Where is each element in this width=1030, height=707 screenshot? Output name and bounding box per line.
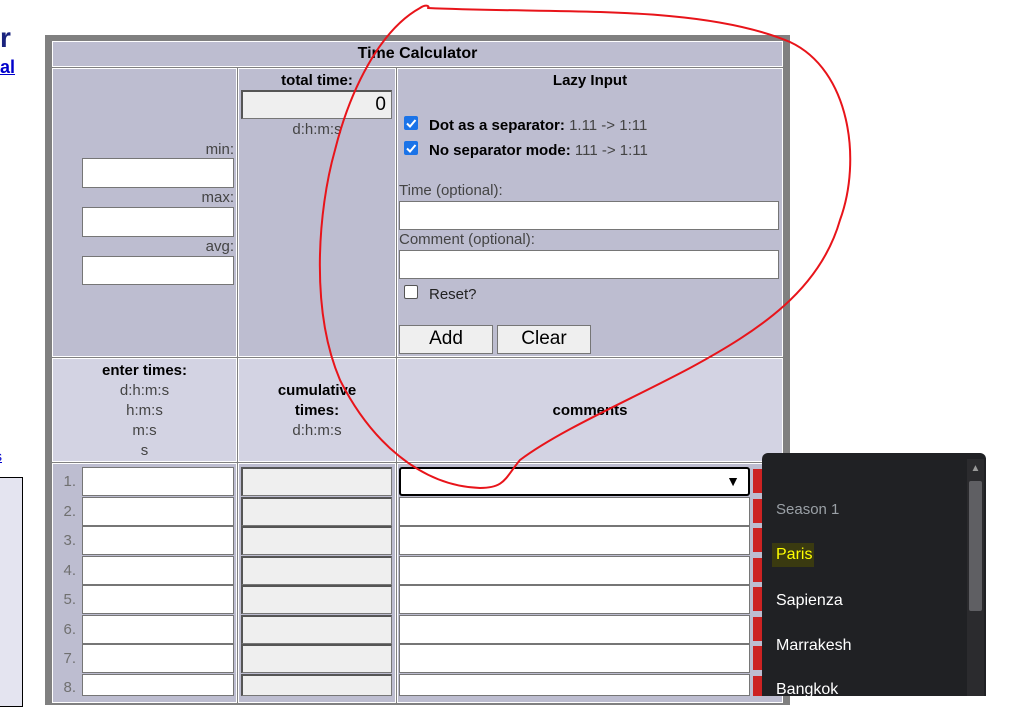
add-button[interactable]: Add [399,325,493,354]
total-time-value: 0 [375,94,386,115]
cumulative-title-1: cumulative [277,382,357,399]
row-number: 5. [63,591,76,608]
scrollbar-thumb[interactable] [969,481,982,611]
dropdown-group-label: Season 1 [776,501,840,518]
cumulative-field-2 [241,497,392,526]
max-label: max: [201,189,234,206]
format-s: s [140,442,149,459]
time-field-1[interactable] [82,467,234,496]
no-separator-checkbox[interactable] [404,141,418,155]
dropdown-option-sapienza[interactable]: Sapienza [776,592,843,610]
nav-link-fragment[interactable]: al [0,57,15,78]
avg-label: avg: [205,238,234,255]
row-number: 1. [63,473,76,490]
row-number: 2. [63,503,76,520]
cumulative-field-1 [241,467,392,496]
time-field-6[interactable] [82,615,234,644]
comment-optional-label: Comment (optional): [399,231,535,248]
dropdown-option-bangkok[interactable]: Bangkok [776,681,838,699]
time-field-2[interactable] [82,497,234,526]
comment-field-2[interactable] [399,497,750,526]
side-box [0,477,23,707]
dot-separator-row: Dot as a separator: 1.11 -> 1:11 [429,117,647,134]
row-number: 6. [63,621,76,638]
max-field[interactable] [82,207,234,237]
reset-label: Reset? [429,286,477,303]
comment-field-6[interactable] [399,615,750,644]
comment-select-1[interactable]: ▼ [399,467,750,496]
no-separator-example: 111 -> 1:11 [574,142,648,159]
lazy-comment-field[interactable] [399,250,779,279]
no-separator-label: No separator mode: [429,142,571,159]
format-hms: h:m:s [126,402,163,419]
time-field-8[interactable] [82,674,234,696]
cumulative-title-2: times: [294,402,340,419]
cumulative-format: d:h:m:s [292,422,342,439]
check-icon [406,144,417,153]
dot-separator-label: Dot as a separator: [429,117,565,134]
chevron-down-icon: ▼ [726,473,740,489]
no-separator-row: No separator mode: 111 -> 1:11 [429,142,648,159]
page-title-fragment: r [0,22,11,53]
dropdown-list[interactable]: ▲ [762,453,986,696]
dropdown-option-marrakesh[interactable]: Marrakesh [776,637,852,655]
dropdown-scrollbar[interactable]: ▲ [967,459,984,696]
clear-button[interactable]: Clear [497,325,591,354]
comment-field-7[interactable] [399,644,750,673]
dropdown-option-paris[interactable]: Paris [776,546,812,564]
cumulative-field-4 [241,556,392,585]
cumulative-field-6 [241,615,392,644]
comments-title: comments [552,402,628,419]
time-field-4[interactable] [82,556,234,585]
comment-field-3[interactable] [399,526,750,555]
time-optional-label: Time (optional): [399,182,503,199]
comment-field-4[interactable] [399,556,750,585]
row-number: 4. [63,562,76,579]
lazy-time-field[interactable] [399,201,779,230]
lazy-input-title: Lazy Input [552,72,628,89]
check-icon [406,119,417,128]
time-field-7[interactable] [82,644,234,673]
cumulative-field-8 [241,674,392,696]
time-field-5[interactable] [82,585,234,614]
cumulative-field-5 [241,585,392,614]
cumulative-field-3 [241,526,392,555]
time-field-3[interactable] [82,526,234,555]
total-time-label: total time: [281,72,353,89]
enter-times-title: enter times: [101,362,188,379]
comment-field-5[interactable] [399,585,750,614]
avg-field[interactable] [82,256,234,285]
comment-field-8[interactable] [399,674,750,696]
nav-link-fragment-2[interactable]: s [0,448,2,464]
row-number: 7. [63,650,76,667]
format-dhms: d:h:m:s [119,382,170,399]
scroll-up-icon[interactable]: ▲ [967,463,984,474]
dot-separator-example: 1.11 -> 1:11 [569,117,648,134]
dot-separator-checkbox[interactable] [404,116,418,130]
format-ms: m:s [132,422,157,439]
total-time-field: 0 [241,90,392,119]
min-label: min: [205,141,234,158]
cumulative-field-7 [241,644,392,673]
min-field[interactable] [82,158,234,188]
row-number: 3. [63,532,76,549]
row-number: 8. [63,679,76,696]
total-time-format: d:h:m:s [292,121,342,138]
reset-checkbox[interactable] [404,285,418,299]
calculator-title: Time Calculator [52,41,783,67]
